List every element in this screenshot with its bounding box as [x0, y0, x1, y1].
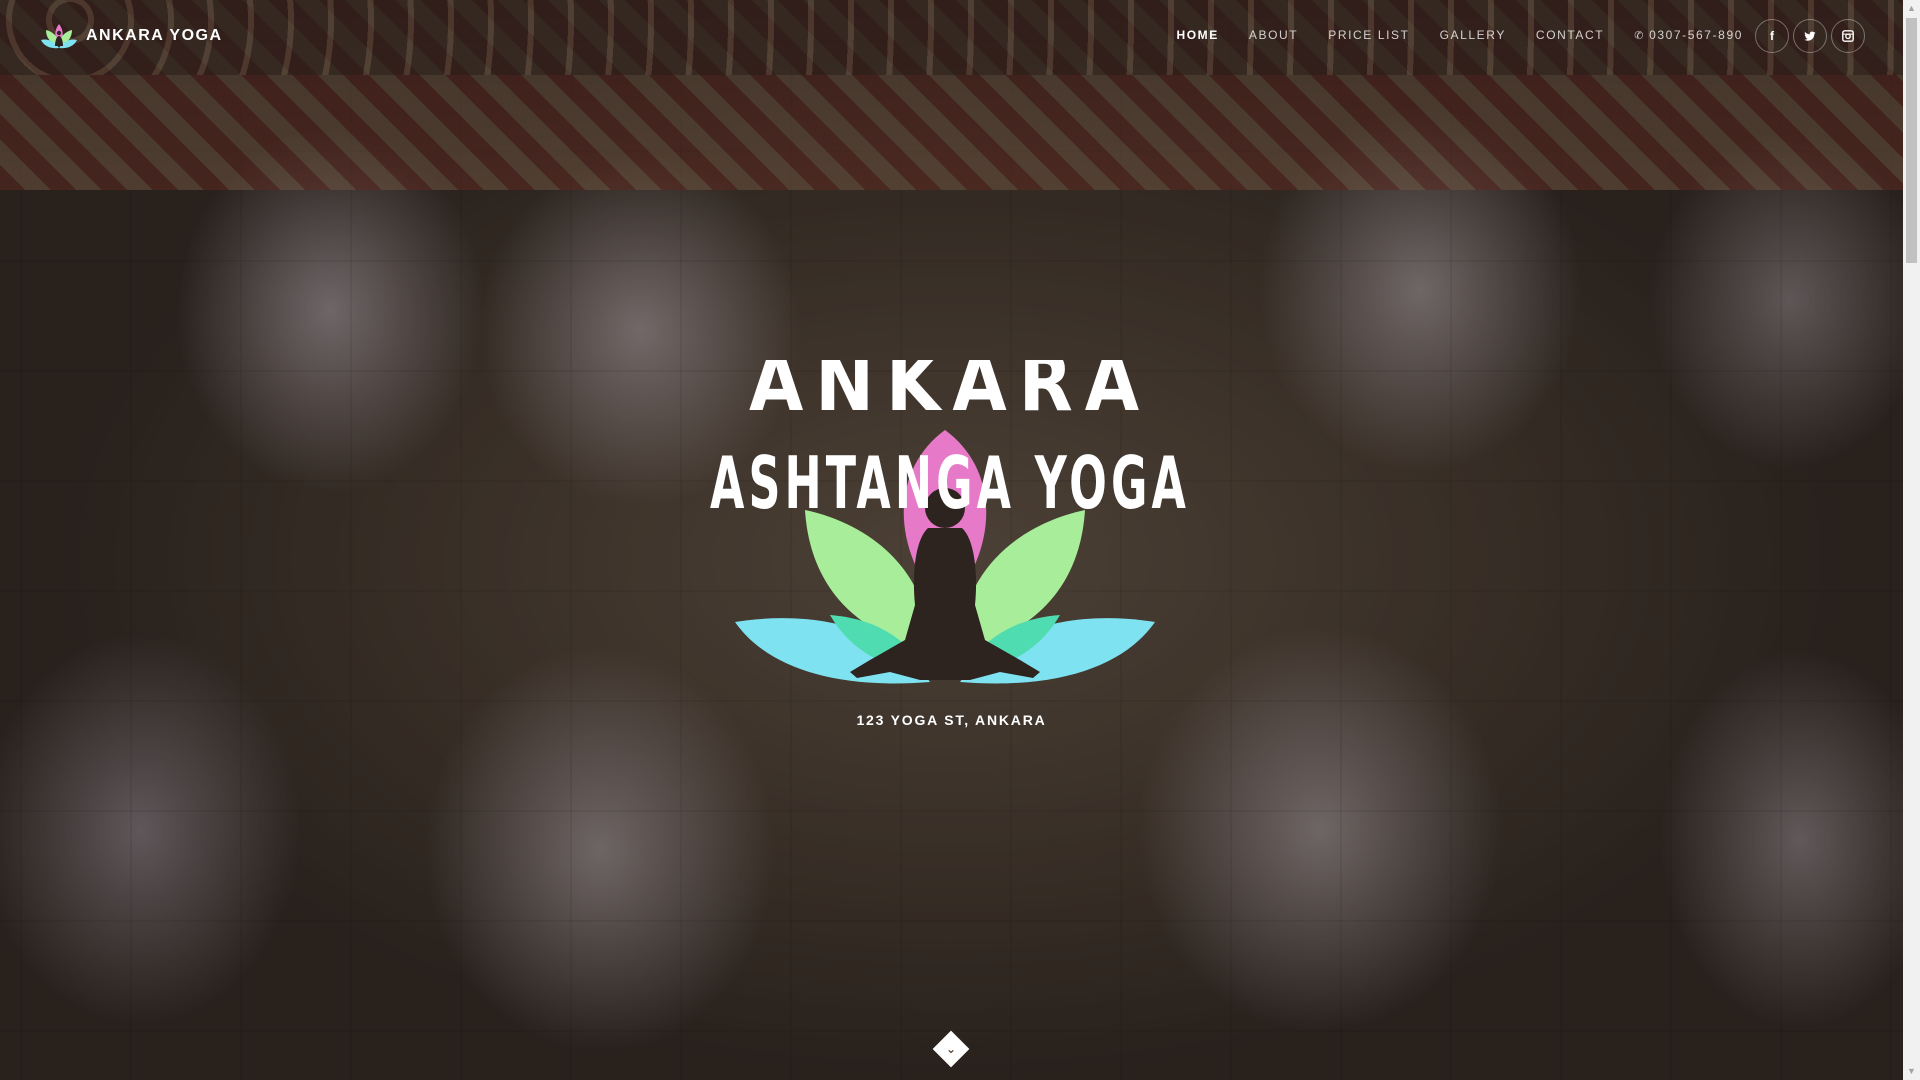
- navbar: ANKARA YOGA HOME ABOUT PRICE LIST GALLER…: [0, 0, 1903, 74]
- nav-item-contact[interactable]: CONTACT: [1536, 28, 1604, 42]
- nav-item-gallery[interactable]: GALLERY: [1440, 28, 1506, 42]
- social-links: f: [1751, 19, 1865, 53]
- hero-title-line2: ASHTANGA YOGA: [710, 441, 1190, 525]
- nav-item-price-list[interactable]: PRICE LIST: [1328, 28, 1409, 42]
- hero-logo: ANKARA ASHTANGA YOGA: [700, 360, 1200, 700]
- phone-number: 0307-567-890: [1649, 28, 1743, 42]
- nav-item-phone[interactable]: ✆ 0307-567-890: [1634, 28, 1743, 42]
- twitter-bird-glyph: [1804, 31, 1816, 41]
- chevron-down-icon: ⌄: [945, 1042, 957, 1056]
- main-nav: HOME ABOUT PRICE LIST GALLERY CONTACT ✆ 0…: [1146, 28, 1743, 42]
- hero-logo-artwork: ANKARA ASHTANGA YOGA: [710, 360, 1190, 684]
- facebook-icon[interactable]: f: [1755, 19, 1789, 53]
- instagram-icon[interactable]: [1831, 19, 1865, 53]
- nav-item-about[interactable]: ABOUT: [1249, 28, 1298, 42]
- page: ANKARA YOGA HOME ABOUT PRICE LIST GALLER…: [0, 0, 1920, 1080]
- phone-icon: ✆: [1634, 30, 1646, 42]
- scrollbar[interactable]: ▲ ▼: [1903, 0, 1920, 1080]
- brand-link[interactable]: ANKARA YOGA: [40, 22, 223, 50]
- twitter-icon[interactable]: [1793, 19, 1827, 53]
- lotus-icon: [41, 24, 77, 49]
- scroll-down-arrow-icon[interactable]: ▼: [1903, 1063, 1920, 1080]
- instagram-camera-glyph: [1842, 30, 1854, 42]
- scroll-up-arrow-icon[interactable]: ▲: [1903, 0, 1920, 17]
- hero-title-line1: ANKARA: [749, 360, 1151, 429]
- scrollbar-thumb[interactable]: [1906, 18, 1917, 263]
- nav-item-home[interactable]: HOME: [1176, 28, 1218, 42]
- brand-name: ANKARA YOGA: [86, 27, 223, 44]
- hero-address: 123 YOGA ST, ANKARA: [856, 712, 1047, 728]
